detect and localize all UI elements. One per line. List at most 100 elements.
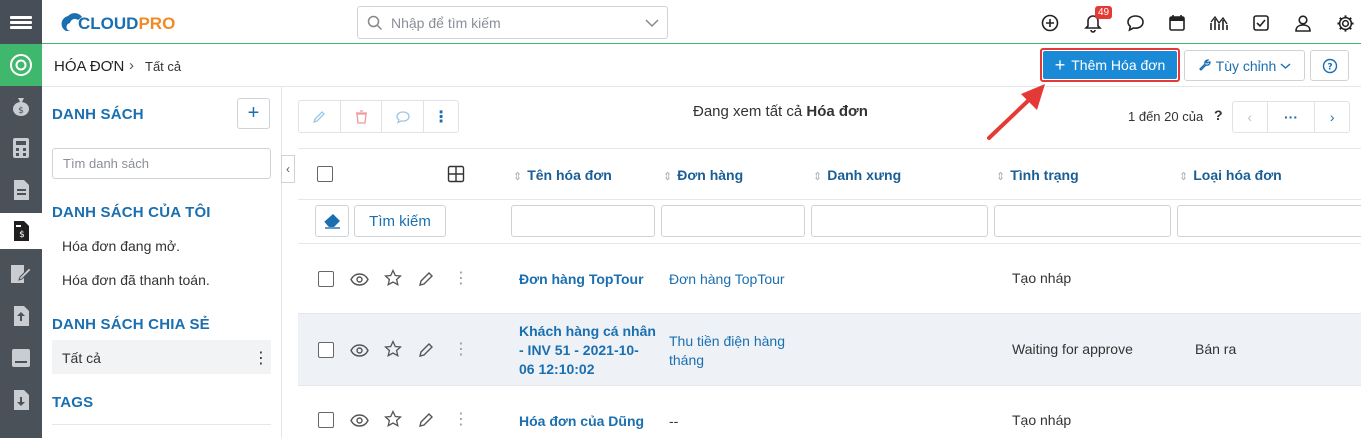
tags-title: TAGS [52, 394, 94, 411]
filter-status[interactable] [994, 205, 1171, 237]
wrench-icon [1198, 58, 1211, 71]
svg-text:?: ? [1327, 62, 1332, 72]
collapse-sidebar-button[interactable]: ‹ [281, 155, 295, 183]
trash-icon[interactable] [341, 101, 383, 132]
divider [298, 199, 1361, 200]
list-item[interactable]: Hóa đơn đã thanh toán. [62, 272, 210, 288]
star-icon[interactable] [383, 339, 403, 359]
gear-icon[interactable] [1334, 12, 1356, 34]
chevron-down-icon [1280, 62, 1291, 69]
eraser-icon [323, 214, 340, 229]
chart-icon[interactable] [1208, 12, 1230, 34]
pagination: ‹ ··· › [1232, 101, 1350, 133]
invoice-icon[interactable]: $ [0, 213, 42, 249]
row-checkbox[interactable] [318, 412, 334, 428]
breadcrumb-module[interactable]: HÓA ĐƠN [54, 58, 124, 75]
column-layout-icon[interactable] [447, 165, 465, 183]
question-icon: ? [1322, 58, 1337, 73]
download-icon[interactable] [0, 382, 42, 418]
divider [52, 424, 271, 425]
chevron-down-icon[interactable] [645, 18, 659, 28]
search-button[interactable]: Tìm kiếm [354, 205, 446, 237]
filter-title[interactable] [811, 205, 988, 237]
column-header-invoice-type[interactable]: ⇕ Loại hóa đơn [1179, 167, 1282, 183]
checkbox-task-icon[interactable] [1250, 12, 1272, 34]
clear-filter-button[interactable] [315, 205, 349, 237]
eye-icon[interactable] [349, 269, 369, 289]
prev-page-button[interactable]: ‹ [1233, 102, 1268, 132]
filter-order[interactable] [661, 205, 805, 237]
filter-invoice-name[interactable] [511, 205, 655, 237]
comment-icon[interactable] [382, 101, 425, 132]
row-checkbox[interactable] [318, 271, 334, 287]
calendar-icon[interactable] [1166, 12, 1188, 34]
column-header-status[interactable]: ⇕ Tình trạng [996, 167, 1079, 183]
plus-icon: + [1054, 55, 1066, 75]
add-circle-icon[interactable] [1039, 12, 1061, 34]
money-bag-icon[interactable]: $ [0, 88, 42, 124]
cell-order[interactable]: Thu tiền điện hàng tháng [669, 332, 785, 370]
more-vertical-icon[interactable]: ⋮ [451, 339, 471, 359]
column-header-order[interactable]: ⇕ Đơn hàng [663, 167, 743, 183]
calculator-icon[interactable] [0, 130, 42, 166]
viewing-prefix: Đang xem tất cả [693, 103, 803, 120]
list-item-all[interactable]: Tất cả [62, 350, 101, 366]
more-vertical-icon[interactable]: ⋮ [424, 101, 458, 132]
more-vertical-icon[interactable]: ⋮ [451, 409, 471, 429]
add-invoice-button[interactable]: + Thêm Hóa đơn [1040, 48, 1180, 82]
pencil-icon[interactable] [416, 410, 436, 430]
next-page-button[interactable]: › [1315, 102, 1349, 132]
document-icon[interactable] [0, 172, 42, 208]
list-item[interactable]: Hóa đơn đang mở. [62, 238, 180, 254]
book-icon[interactable] [0, 340, 42, 376]
row-checkbox[interactable] [318, 342, 334, 358]
add-list-button[interactable]: + [237, 98, 270, 129]
column-header-invoice-name[interactable]: ⇕ Tên hóa đơn [513, 167, 612, 183]
page-more-button[interactable]: ··· [1268, 102, 1316, 132]
module-header: HÓA ĐƠN › Tất cả + Thêm Hóa đơn Tùy chỉnh… [42, 45, 1361, 87]
edit-icon[interactable] [299, 101, 341, 132]
viewing-caption: Đang xem tất cả Hóa đơn [693, 103, 868, 120]
upload-icon[interactable] [0, 298, 42, 334]
eye-icon[interactable] [349, 410, 369, 430]
list-search-input[interactable]: Tìm danh sách [52, 148, 271, 179]
cell-status: Waiting for approve [1012, 341, 1133, 357]
home-icon[interactable] [0, 44, 42, 86]
svg-text:CLOUDPRO: CLOUDPRO [78, 14, 175, 33]
select-all-checkbox[interactable] [317, 166, 333, 182]
star-icon[interactable] [383, 409, 403, 429]
cell-order[interactable]: Đơn hàng TopTour [669, 270, 785, 289]
breadcrumb-current: Tất cả [145, 59, 182, 74]
user-icon[interactable] [1292, 12, 1314, 34]
more-vertical-icon[interactable]: ⋮ [253, 348, 269, 368]
eye-icon[interactable] [349, 340, 369, 360]
pager-range: 1 đến 20 của [1128, 109, 1204, 124]
cloudpro-logo[interactable]: CLOUDPRO [58, 9, 178, 37]
divider [298, 313, 1361, 314]
cell-invoice-name[interactable]: Đơn hàng TopTour [519, 270, 644, 289]
more-vertical-icon[interactable]: ⋮ [451, 268, 471, 288]
my-lists-title: DANH SÁCH CỦA TÔI [52, 204, 211, 221]
star-icon[interactable] [383, 268, 403, 288]
pencil-icon[interactable] [416, 269, 436, 289]
cell-invoice-name[interactable]: Hóa đơn của Dũng [519, 412, 644, 431]
pencil-icon[interactable] [416, 340, 436, 360]
cell-status: Tạo nháp [1012, 412, 1072, 428]
divider [298, 243, 1361, 244]
cell-invoice-name[interactable]: Khách hàng cá nhân - INV 51 - 2021-10- 0… [519, 322, 656, 379]
cell-status: Tạo nháp [1012, 270, 1072, 286]
top-header: CLOUDPRO Nhập để tìm kiếm 49 [42, 0, 1361, 44]
help-button[interactable]: ? [1310, 50, 1349, 81]
filter-invoice-type[interactable] [1177, 205, 1361, 237]
hamburger-menu-icon[interactable] [0, 0, 42, 44]
list-sidebar: DANH SÁCH + Tìm danh sách DANH SÁCH CỦA … [42, 87, 282, 438]
global-search-input[interactable]: Nhập để tìm kiếm [357, 6, 668, 39]
customize-dropdown[interactable]: Tùy chỉnh [1184, 50, 1305, 81]
column-header-title[interactable]: ⇕ Danh xưng [813, 167, 901, 183]
add-invoice-label: Thêm Hóa đơn [1071, 57, 1166, 73]
pager-total-unknown[interactable]: ? [1214, 107, 1223, 123]
contract-icon[interactable] [0, 256, 42, 292]
svg-text:$: $ [18, 106, 24, 116]
notification-badge: 49 [1095, 6, 1113, 19]
chat-icon[interactable] [1124, 12, 1146, 34]
